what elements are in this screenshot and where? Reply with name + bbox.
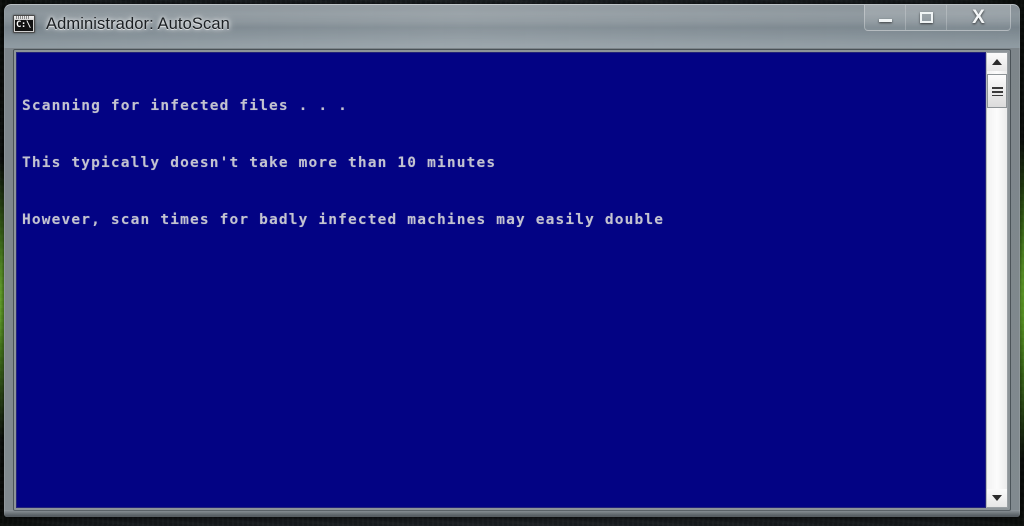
console-output[interactable]: Scanning for infected files . . . This t… [16,52,986,508]
chevron-down-icon [992,495,1002,501]
scrollbar-down-button[interactable] [987,489,1007,507]
minimize-icon [878,19,892,22]
maximize-button[interactable] [906,5,947,30]
console-scrollbar[interactable] [986,52,1008,508]
console-line: Scanning for infected files . . . [22,98,349,114]
scrollbar-thumb-grip-icon [991,86,1003,96]
console-text-block: Scanning for infected files . . . This t… [22,59,985,268]
cmd-icon-titlestrip [16,16,30,19]
window-title: Administrador: AutoScan [46,14,230,33]
window-bottom-edge [4,510,1020,517]
console-window: C:\ Administrador: AutoScan X Scanning f… [4,4,1020,517]
maximize-icon [919,12,933,23]
minimize-button[interactable] [865,5,906,30]
scrollbar-track[interactable] [987,71,1007,489]
cmd-icon-prompt-text: C:\ [16,20,31,30]
scrollbar-thumb[interactable] [987,74,1007,108]
close-button[interactable]: X [947,5,1010,30]
console-line: This typically doesn't take more than 10… [22,155,497,171]
console-line: However, scan times for badly infected m… [22,212,665,228]
cmd-console-icon: C:\ [13,15,35,33]
scrollbar-up-button[interactable] [987,53,1007,71]
window-controls: X [864,5,1011,31]
chevron-up-icon [992,59,1002,65]
close-icon: X [972,7,985,28]
console-client-area: Scanning for infected files . . . This t… [14,50,1010,510]
